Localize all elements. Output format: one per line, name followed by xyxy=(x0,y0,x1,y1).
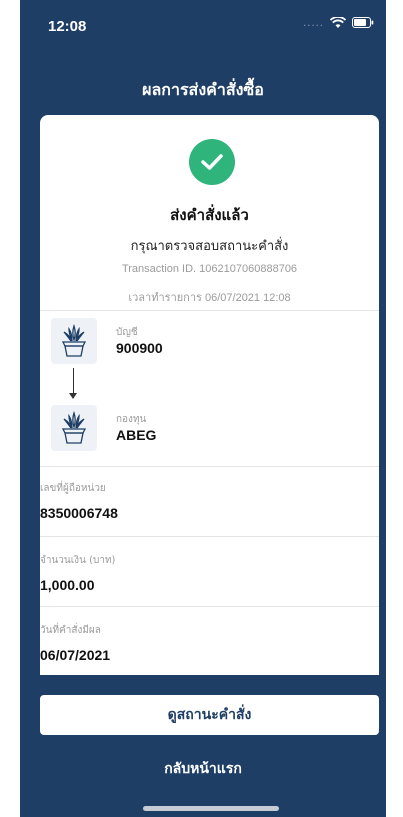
status-time: 12:08 xyxy=(48,18,87,35)
divider xyxy=(40,536,379,537)
unitholder-value: 8350006748 xyxy=(40,505,118,521)
status-icons: ..... xyxy=(303,16,374,29)
home-indicator[interactable] xyxy=(143,806,279,811)
fund-label: กองทุน xyxy=(116,414,147,425)
effective-date-label: วันที่คำสั่งมีผล xyxy=(40,625,101,636)
amount-value: 1,000.00 xyxy=(40,577,95,593)
account-value: 900900 xyxy=(116,340,163,356)
battery-icon xyxy=(352,17,374,28)
signal-dots-icon: ..... xyxy=(303,18,324,29)
account-plant-icon xyxy=(51,318,97,364)
divider xyxy=(40,606,379,607)
page-title: ผลการส่งคำสั่งซื้อ xyxy=(142,80,264,99)
back-home-button[interactable]: กลับหน้าแรก xyxy=(20,758,386,780)
view-status-button[interactable]: ดูสถานะคำสั่ง xyxy=(40,695,379,735)
arrow-head-icon xyxy=(69,393,77,399)
wifi-icon xyxy=(330,16,346,29)
fund-value: ABEG xyxy=(116,427,157,443)
fund-plant-icon xyxy=(51,405,97,451)
result-card: ส่งคำสั่งแล้ว กรุณาตรวจสอบสถานะคำสั่ง Tr… xyxy=(40,115,379,675)
amount-label: จำนวนเงิน (บาท) xyxy=(40,555,116,566)
account-label: บัญชี xyxy=(116,327,138,338)
result-message: กรุณาตรวจสอบสถานะคำสั่ง xyxy=(130,239,289,254)
divider xyxy=(40,466,379,467)
transaction-id: Transaction ID. 1062107060888706 xyxy=(121,263,298,275)
divider xyxy=(40,310,379,311)
app-screen: 12:08 ..... ผลการส่งคำสั่งซื้อ ส่งคำสั่ง… xyxy=(20,0,386,817)
unitholder-label: เลขที่ผู้ถือหน่วย xyxy=(40,483,106,494)
checkmark-icon xyxy=(189,139,235,185)
result-heading: ส่งคำสั่งแล้ว xyxy=(170,206,249,224)
status-bar: 12:08 ..... xyxy=(20,0,386,44)
transaction-time: เวลาทำรายการ 06/07/2021 12:08 xyxy=(128,292,291,304)
effective-date-value: 06/07/2021 xyxy=(40,647,111,663)
